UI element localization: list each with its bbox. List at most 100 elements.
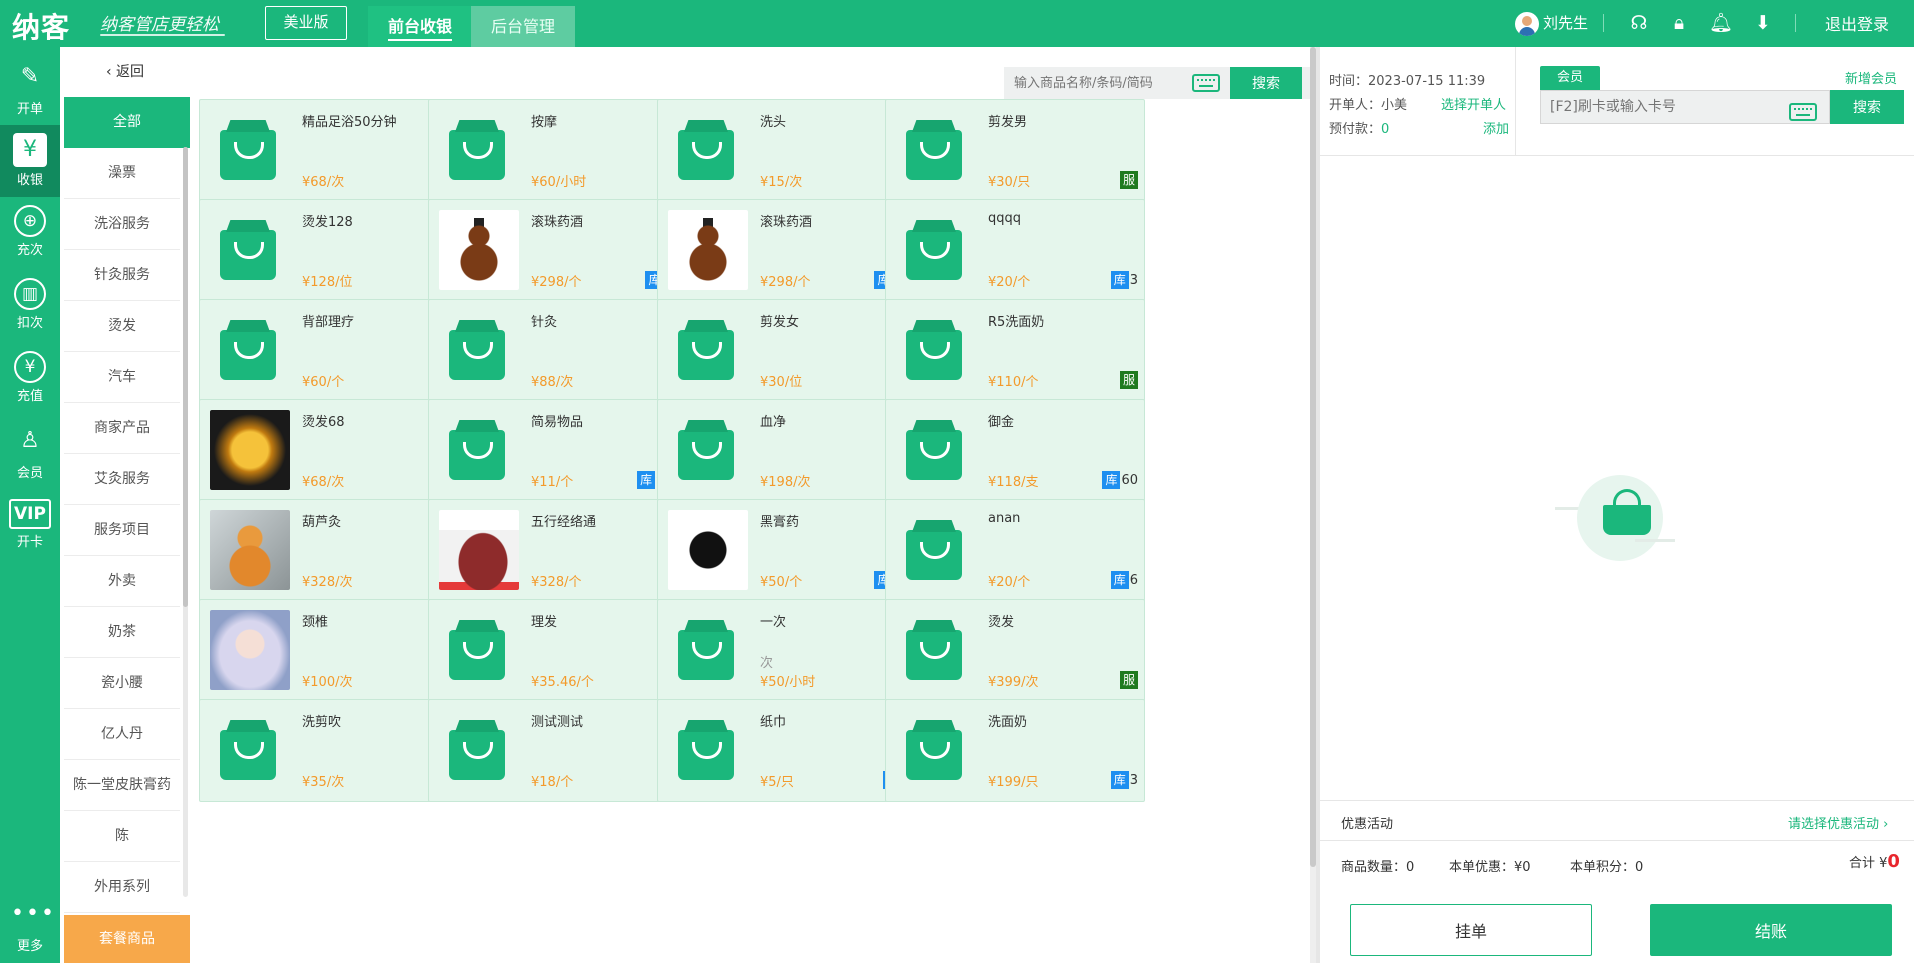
product-card[interactable]: 五行经络通¥328/个服 — [428, 499, 688, 602]
bag-top — [684, 420, 728, 432]
product-card[interactable]: 黑膏药¥50/个库99 — [657, 499, 917, 602]
category-item[interactable]: 澡票 — [64, 148, 180, 199]
add-prepay-link[interactable]: 添加 — [1483, 118, 1509, 137]
logout-link[interactable]: 退出登录 — [1825, 11, 1889, 35]
product-name: 一次 — [760, 615, 787, 630]
bag-top — [684, 120, 728, 132]
nav-deduct-count[interactable]: ▥ 扣次 — [0, 270, 60, 342]
shopping-bag-icon — [678, 620, 734, 680]
vip-card-icon: VIP — [9, 499, 51, 529]
hang-order-button[interactable]: 挂单 — [1350, 904, 1592, 956]
product-card[interactable]: 背部理疗¥60/个服 — [199, 299, 459, 402]
product-card[interactable]: 洗面奶 ¥199/只 库 3 — [885, 699, 1145, 802]
member-card-input[interactable] — [1550, 94, 1780, 120]
category-item[interactable]: 陈一堂皮肤膏药 — [64, 760, 180, 811]
category-item[interactable]: 奶茶 — [64, 607, 180, 658]
keyboard-icon[interactable] — [1192, 74, 1220, 92]
category-item[interactable]: 服务项目 — [64, 505, 180, 556]
category-all[interactable]: 全部 — [64, 97, 190, 148]
category-item[interactable]: 瓷小腰 — [64, 658, 180, 709]
category-item[interactable]: 外卖 — [64, 556, 180, 607]
user-menu[interactable]: 刘先生 — [1515, 10, 1588, 36]
tab-front-cashier[interactable]: 前台收银 — [368, 6, 473, 47]
product-card[interactable]: 理发¥35.46/个服 — [428, 599, 688, 702]
product-card[interactable]: 血净¥198/次服 — [657, 399, 917, 502]
product-card[interactable]: 滚珠药酒¥298/个库72 — [657, 199, 917, 302]
product-card[interactable]: 洗剪吹¥35/次服 — [199, 699, 459, 802]
stock-count: 3 — [1129, 273, 1138, 288]
nav-more[interactable]: ••• 更多 — [0, 889, 60, 961]
tab-back-office[interactable]: 后台管理 — [471, 6, 576, 47]
category-item[interactable]: 烫发 — [64, 301, 180, 352]
product-area: 搜索 精品足浴50分钟¥68/次服按摩¥60/小时时洗头¥15/次服剪发男¥30… — [190, 47, 1422, 963]
app-logo: 纳客 — [12, 11, 71, 44]
product-search-button[interactable]: 搜索 — [1230, 67, 1302, 99]
product-card[interactable]: qqqq ¥20/个 库 3 — [885, 199, 1145, 302]
product-image — [668, 510, 748, 590]
bag-top — [912, 220, 956, 232]
nav-cashier[interactable]: ¥ 收银 — [0, 125, 60, 197]
nav-recharge-count[interactable]: ⊕ 充次 — [0, 197, 60, 269]
product-card[interactable]: 滚珠药酒¥298/个库83 — [428, 199, 688, 302]
bag-top — [226, 120, 270, 132]
product-name: 烫发 — [988, 615, 1015, 630]
product-card[interactable]: R5洗面奶 ¥110/个 服 — [885, 299, 1145, 402]
bag-top — [226, 220, 270, 232]
category-item[interactable]: 外用系列 — [64, 862, 180, 913]
category-item[interactable]: 商家产品 — [64, 403, 180, 454]
select-operator-link[interactable]: 选择开单人 — [1441, 94, 1506, 113]
product-card[interactable]: 剪发男 ¥30/只 服 — [885, 99, 1145, 202]
bell-icon[interactable]: 🔔︎ — [1708, 10, 1734, 36]
category-item[interactable]: 洗浴服务 — [64, 199, 180, 250]
download-icon[interactable]: ⬇ — [1750, 10, 1776, 36]
category-item[interactable]: 汽车 — [64, 352, 180, 403]
member-icon: ♙ — [20, 428, 40, 453]
category-item[interactable]: 亿人丹 — [64, 709, 180, 760]
product-card[interactable]: 精品足浴50分钟¥68/次服 — [199, 99, 459, 202]
product-card[interactable]: 葫芦灸¥328/次服 — [199, 499, 459, 602]
total-value: 0 — [1887, 851, 1900, 872]
product-card[interactable]: anan ¥20/个 库 6 — [885, 499, 1145, 602]
product-card[interactable]: 按摩¥60/小时时 — [428, 99, 688, 202]
product-name: 针灸 — [531, 315, 558, 330]
lock-icon[interactable]: 🔒︎ — [1666, 10, 1692, 36]
product-card[interactable]: 烫发 ¥399/次 服 — [885, 599, 1145, 702]
nav-open-order[interactable]: ✎ 开单 — [0, 52, 60, 124]
tab-member[interactable]: 会员 — [1540, 66, 1600, 90]
product-card[interactable]: 简易物品¥11/个库998 — [428, 399, 688, 502]
order-total: 合计 ¥0 — [1849, 851, 1900, 872]
product-card[interactable]: 洗头¥15/次服 — [657, 99, 917, 202]
member-search-button[interactable]: 搜索 — [1830, 90, 1904, 124]
product-name: 按摩 — [531, 115, 558, 130]
product-card[interactable]: 御金 ¥118/支 库 60 — [885, 399, 1145, 502]
product-card[interactable]: 剪发女¥30/位服 — [657, 299, 917, 402]
category-item[interactable]: 陈 — [64, 811, 180, 862]
product-card[interactable]: 纸巾¥5/只库5 — [657, 699, 917, 802]
edition-badge[interactable]: 美业版 — [265, 6, 347, 40]
product-name: 剪发男 — [988, 115, 1028, 130]
category-scrollbar[interactable] — [183, 147, 188, 897]
nav-recharge[interactable]: ¥ 充值 — [0, 343, 60, 415]
bag-top — [912, 720, 956, 732]
product-name: R5洗面奶 — [988, 315, 1045, 330]
product-card[interactable]: 烫发128¥128/位服 — [199, 199, 459, 302]
product-card[interactable]: 一次次¥50/小时时 — [657, 599, 917, 702]
keyboard-icon[interactable] — [1789, 103, 1817, 121]
category-item[interactable]: 艾灸服务 — [64, 454, 180, 505]
category-item[interactable]: 针灸服务 — [64, 250, 180, 301]
select-promo-link[interactable]: 请选择优惠活动 › — [1788, 813, 1888, 832]
checkout-button[interactable]: 结账 — [1650, 904, 1892, 956]
back-button[interactable]: ‹ 返回 — [60, 47, 190, 97]
product-price: ¥128/位 — [302, 275, 353, 290]
user-name: 刘先生 — [1543, 14, 1589, 32]
headset-icon[interactable]: ☊ — [1626, 10, 1652, 36]
nav-open-card[interactable]: VIP 开卡 — [0, 489, 60, 561]
product-card[interactable]: 测试测试¥18/个服 — [428, 699, 688, 802]
product-card[interactable]: 针灸¥88/次服 — [428, 299, 688, 402]
nav-member[interactable]: ♙ 会员 — [0, 416, 60, 488]
product-card[interactable]: 烫发68¥68/次服 — [199, 399, 459, 502]
product-price: ¥399/次 — [988, 675, 1039, 690]
category-package[interactable]: 套餐商品 — [64, 915, 190, 963]
new-member-link[interactable]: 新增会员 — [1845, 68, 1897, 87]
product-card[interactable]: 颈椎¥100/次服 — [199, 599, 459, 702]
